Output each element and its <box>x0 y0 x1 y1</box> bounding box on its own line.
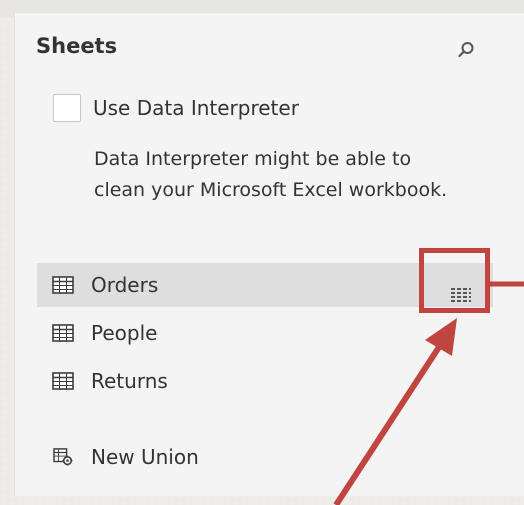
table-icon <box>52 324 74 342</box>
panel-title: Sheets <box>36 34 118 58</box>
data-interpreter-row[interactable]: Use Data Interpreter <box>53 94 299 122</box>
new-union-label: New Union <box>91 445 199 469</box>
sheet-label-people: People <box>91 321 158 345</box>
search-icon[interactable] <box>456 40 476 60</box>
sheet-label-orders: Orders <box>91 273 159 297</box>
data-interpreter-description: Data Interpreter might be able to clean … <box>94 148 448 201</box>
sheet-item-returns[interactable]: Returns <box>37 359 493 403</box>
sheet-item-people[interactable]: People <box>37 311 493 355</box>
table-icon <box>52 276 74 294</box>
highlight-box <box>419 248 490 313</box>
union-icon <box>53 448 73 466</box>
table-icon <box>52 372 74 390</box>
data-interpreter-checkbox[interactable] <box>53 94 81 122</box>
sheet-label-returns: Returns <box>91 369 168 393</box>
screenshot-stage: Sheets Use Data Interpreter Data Interpr… <box>0 0 524 505</box>
new-union-item[interactable]: New Union <box>37 435 493 479</box>
data-interpreter-label: Use Data Interpreter <box>93 96 299 120</box>
